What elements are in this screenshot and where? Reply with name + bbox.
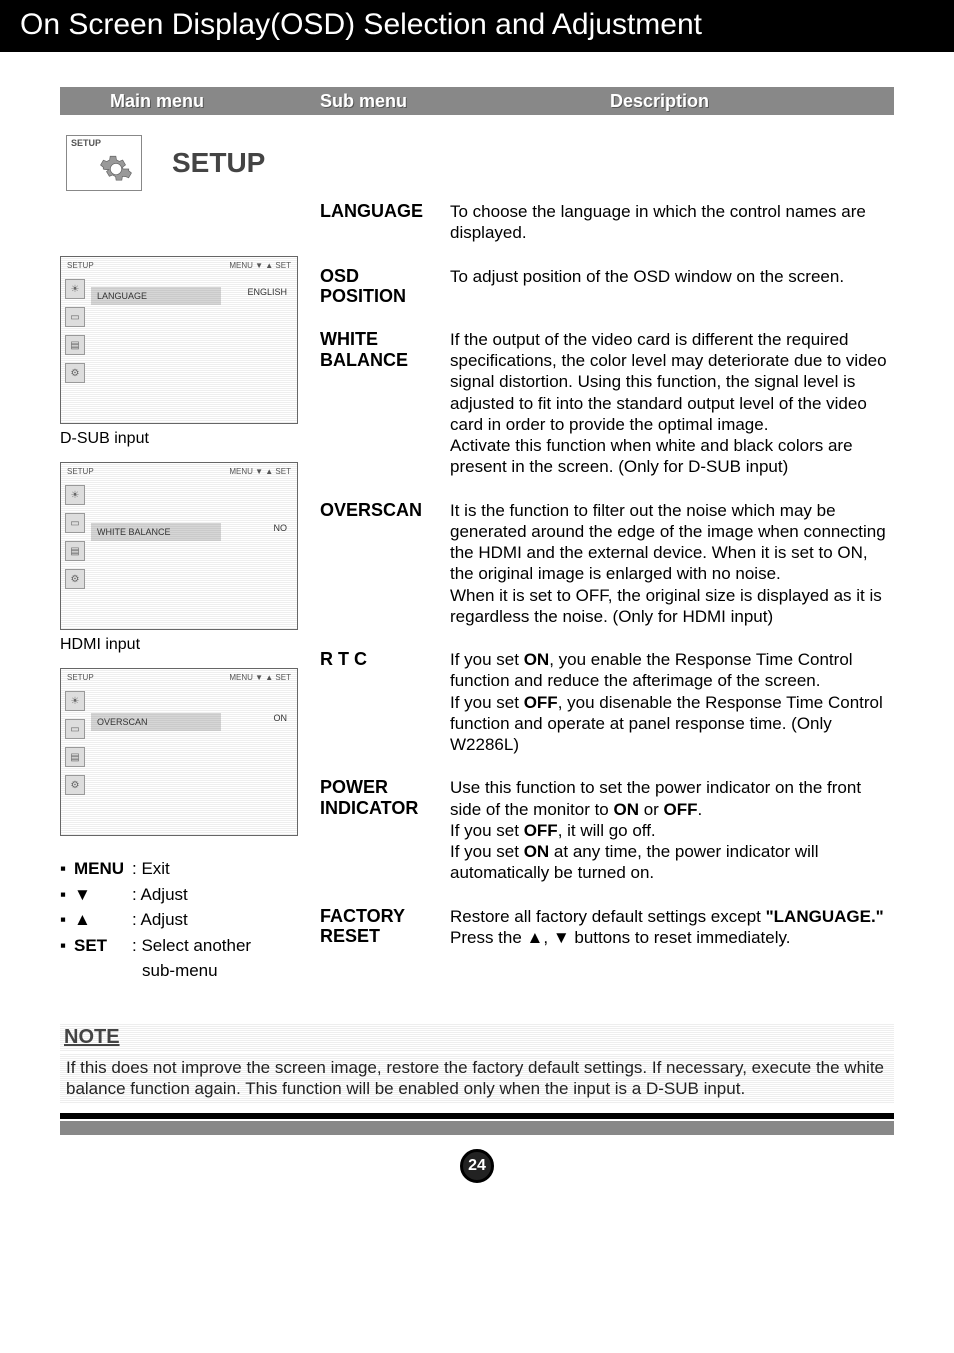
legend-val: : Select another (132, 933, 251, 959)
aspect-icon: ▭ (65, 307, 85, 327)
desc-overscan: It is the function to filter out the noi… (450, 500, 894, 628)
submenu-factory-reset: FACTORYRESET (320, 906, 450, 949)
legend-key-menu: MENU (74, 856, 132, 882)
osd-panel-hdmi: SETUP MENU ▼ ▲ SET ☀ ▭ ▤ ⚙ OVERSCAN ON (60, 668, 298, 836)
color-icon: ▤ (65, 335, 85, 355)
submenu-rtc: R T C (320, 649, 450, 755)
legend-val: : Adjust (132, 882, 188, 908)
osd-selected-row: OVERSCAN (91, 713, 221, 731)
header-sub-menu: Sub menu (320, 91, 550, 112)
color-icon: ▤ (65, 541, 85, 561)
osd-selected-value: NO (274, 523, 288, 533)
desc-osd-position: To adjust position of the OSD window on … (450, 266, 894, 307)
submenu-language: LANGUAGE (320, 201, 450, 244)
osd-selected-value: ENGLISH (247, 287, 287, 297)
aspect-icon: ▭ (65, 513, 85, 533)
submenu-white-balance: WHITEBALANCE (320, 329, 450, 478)
submenu-overscan: OVERSCAN (320, 500, 450, 628)
brightness-icon: ☀ (65, 691, 85, 711)
osd-panel-hint: MENU ▼ ▲ SET (229, 261, 291, 270)
gear-small-icon: ⚙ (65, 569, 85, 589)
note-title: NOTE (60, 1024, 894, 1051)
osd-panel-hint: MENU ▼ ▲ SET (229, 467, 291, 476)
column-header-bar: Main menu Sub menu Description (60, 87, 894, 115)
osd-selected-value: ON (274, 713, 288, 723)
footer-divider (60, 1113, 894, 1135)
osd-panel-title: SETUP (67, 673, 94, 682)
osd-selected-row: LANGUAGE (91, 287, 221, 305)
submenu-osd-position: OSDPOSITION (320, 266, 450, 307)
submenu-power-indicator: POWERINDICATOR (320, 777, 450, 883)
osd-selected-row: WHITE BALANCE (91, 523, 221, 541)
page-title: On Screen Display(OSD) Selection and Adj… (0, 0, 954, 52)
desc-language: To choose the language in which the cont… (450, 201, 894, 244)
legend-key-set: SET (74, 933, 132, 959)
legend-key-down: ▼ (74, 882, 132, 908)
page-number-badge: 24 (460, 1149, 494, 1183)
setup-thumbnail-label: SETUP (71, 138, 101, 148)
desc-white-balance: If the output of the video card is diffe… (450, 329, 894, 478)
aspect-icon: ▭ (65, 719, 85, 739)
gear-small-icon: ⚙ (65, 363, 85, 383)
caption-dsub: D-SUB input (60, 430, 320, 448)
header-main-menu: Main menu (60, 91, 320, 112)
legend-val: : Adjust (132, 907, 188, 933)
brightness-icon: ☀ (65, 485, 85, 505)
legend-key-up: ▲ (74, 907, 132, 933)
color-icon: ▤ (65, 747, 85, 767)
control-legend: ▪MENU: Exit ▪▼: Adjust ▪▲: Adjust ▪SET: … (60, 856, 320, 984)
header-description: Description (550, 91, 894, 112)
note-body: If this does not improve the screen imag… (60, 1053, 894, 1104)
setup-thumbnail-icon: SETUP (66, 135, 142, 191)
desc-power-indicator: Use this function to set the power indic… (450, 777, 894, 883)
osd-panel-title: SETUP (67, 467, 94, 476)
osd-panel-default: SETUP MENU ▼ ▲ SET ☀ ▭ ▤ ⚙ LANGUAGE ENGLI… (60, 256, 298, 424)
caption-hdmi: HDMI input (60, 636, 320, 654)
setup-heading: SETUP (172, 147, 265, 179)
gear-icon (99, 152, 133, 186)
desc-factory-reset: Restore all factory default settings exc… (450, 906, 894, 949)
brightness-icon: ☀ (65, 279, 85, 299)
osd-panel-title: SETUP (67, 261, 94, 270)
osd-panel-hint: MENU ▼ ▲ SET (229, 673, 291, 682)
desc-rtc: If you set ON, you enable the Response T… (450, 649, 894, 755)
note-box: NOTE If this does not improve the screen… (60, 1024, 894, 1104)
legend-val: sub-menu (132, 958, 218, 984)
osd-panel-dsub: SETUPMENU ▼ ▲ SET ☀ ▭ ▤ ⚙ WHITE BALANCE … (60, 462, 298, 630)
legend-val: : Exit (132, 856, 170, 882)
gear-small-icon: ⚙ (65, 775, 85, 795)
